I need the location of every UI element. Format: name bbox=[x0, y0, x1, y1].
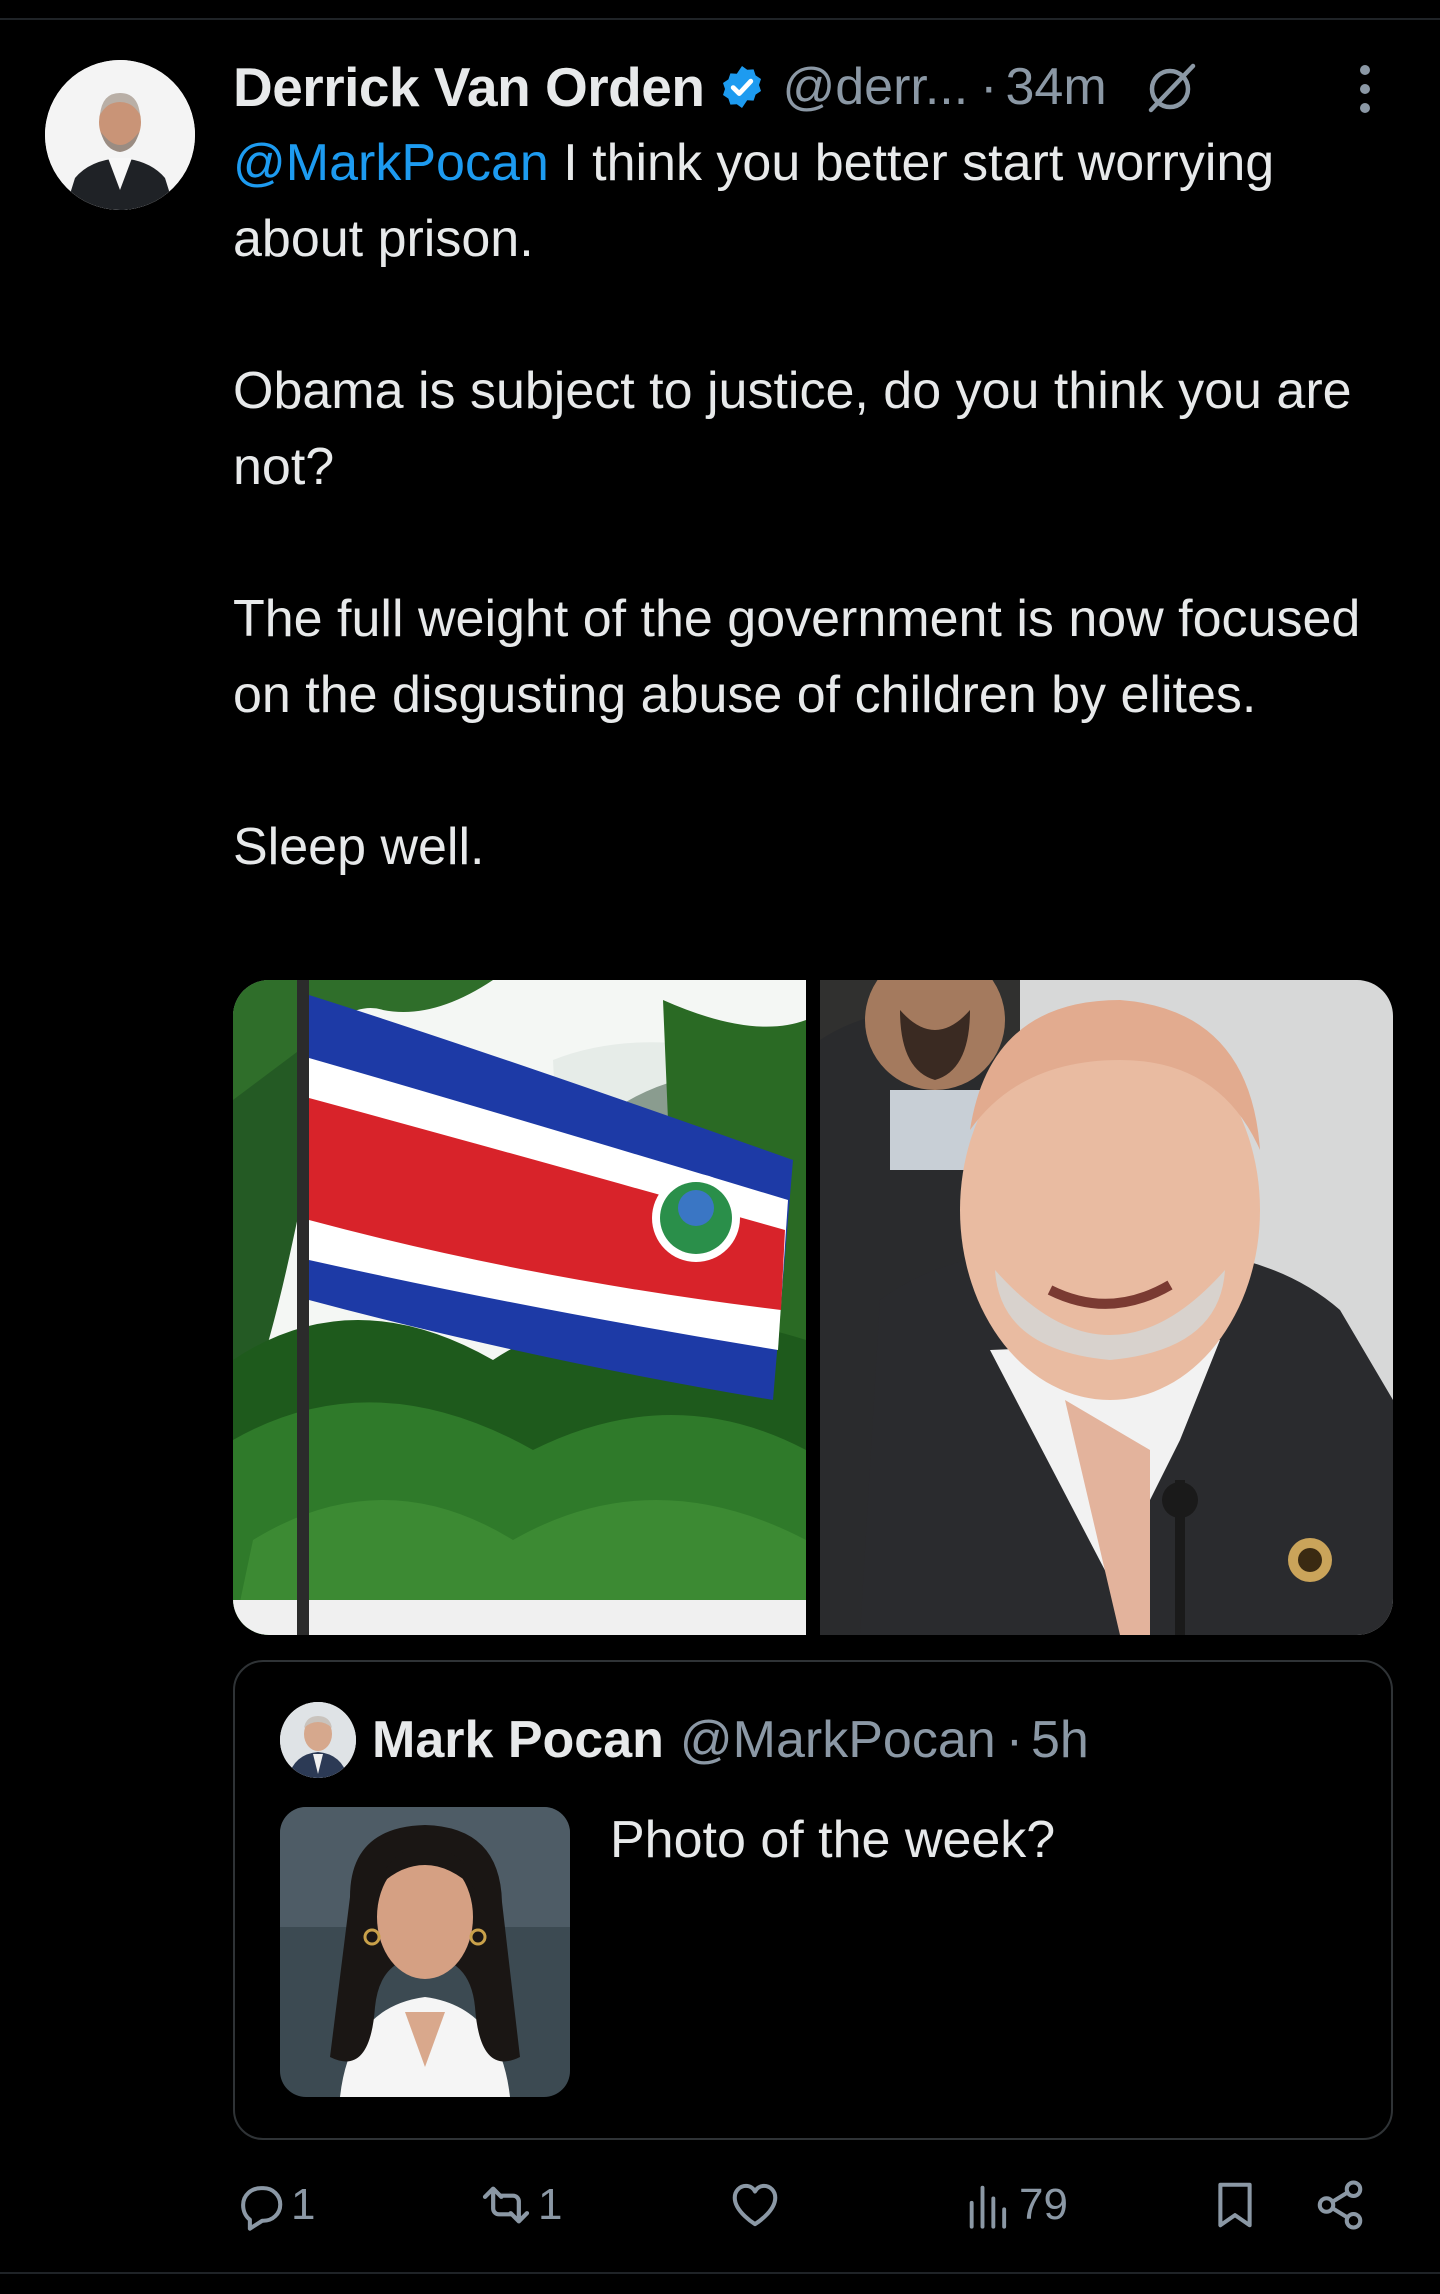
quoted-author-avatar[interactable] bbox=[280, 1702, 356, 1778]
bookmark-icon bbox=[1208, 2178, 1262, 2232]
quoted-header-separator: · bbox=[1005, 1711, 1024, 1769]
tweet-action-bar: 1 1 79 bbox=[233, 2170, 1413, 2240]
repost-button[interactable]: 1 bbox=[478, 2170, 562, 2240]
tweet-paragraph-1: @MarkPocan I think you better start worr… bbox=[233, 125, 1413, 277]
grok-icon[interactable] bbox=[1143, 58, 1201, 116]
author-handle[interactable]: @derr... bbox=[782, 57, 968, 117]
views-count: 79 bbox=[1019, 2180, 1068, 2229]
share-button[interactable] bbox=[1313, 2170, 1367, 2240]
share-icon bbox=[1313, 2178, 1367, 2232]
views-chart-icon bbox=[963, 2179, 1015, 2231]
quoted-author-display-name[interactable]: Mark Pocan bbox=[372, 1710, 664, 1770]
quoted-tweet-text: Photo of the week? bbox=[610, 1811, 1056, 1869]
quoted-tweet-header: Mark Pocan @MarkPocan · 5h bbox=[280, 1700, 1089, 1780]
tweet-media-grid bbox=[233, 980, 1393, 1635]
reply-button[interactable]: 1 bbox=[233, 2170, 315, 2240]
verified-badge-icon bbox=[718, 63, 766, 111]
bookmark-button[interactable] bbox=[1208, 2170, 1262, 2240]
tweet-paragraph-4: Sleep well. bbox=[233, 818, 485, 876]
costa-rica-flag-photo[interactable] bbox=[233, 980, 806, 1635]
repost-icon bbox=[478, 2177, 534, 2233]
quoted-tweet-timestamp[interactable]: 5h bbox=[1031, 1710, 1089, 1770]
quoted-tweet-photo[interactable] bbox=[280, 1807, 570, 2097]
tweet[interactable]: Derrick Van Orden @derr... · 34m @MarkPo… bbox=[0, 0, 1440, 2294]
views-button[interactable]: 79 bbox=[963, 2170, 1068, 2240]
quoted-tweet[interactable]: Mark Pocan @MarkPocan · 5h Photo of the … bbox=[233, 1660, 1393, 2140]
author-avatar[interactable] bbox=[45, 60, 195, 210]
author-display-name[interactable]: Derrick Van Orden bbox=[233, 55, 705, 119]
more-options-icon[interactable] bbox=[1340, 62, 1390, 116]
repost-count: 1 bbox=[538, 2180, 563, 2229]
tweet-body: @MarkPocan I think you better start worr… bbox=[233, 125, 1413, 885]
mention-link[interactable]: @MarkPocan bbox=[233, 134, 549, 192]
tweet-header: Derrick Van Orden @derr... · 34m bbox=[233, 52, 1413, 122]
tweet-paragraph-2: Obama is subject to justice, do you thin… bbox=[233, 362, 1352, 496]
quoted-author-handle[interactable]: @MarkPocan bbox=[680, 1710, 996, 1770]
man-at-hearing-photo[interactable] bbox=[820, 980, 1393, 1635]
bottom-divider bbox=[0, 2272, 1440, 2274]
tweet-timestamp[interactable]: 34m bbox=[1006, 57, 1107, 117]
heart-icon bbox=[728, 2178, 782, 2232]
header-separator: · bbox=[980, 58, 998, 116]
tweet-paragraph-3: The full weight of the government is now… bbox=[233, 590, 1361, 724]
like-button[interactable] bbox=[728, 2170, 786, 2240]
reply-count: 1 bbox=[291, 2180, 316, 2229]
reply-icon bbox=[233, 2178, 287, 2232]
